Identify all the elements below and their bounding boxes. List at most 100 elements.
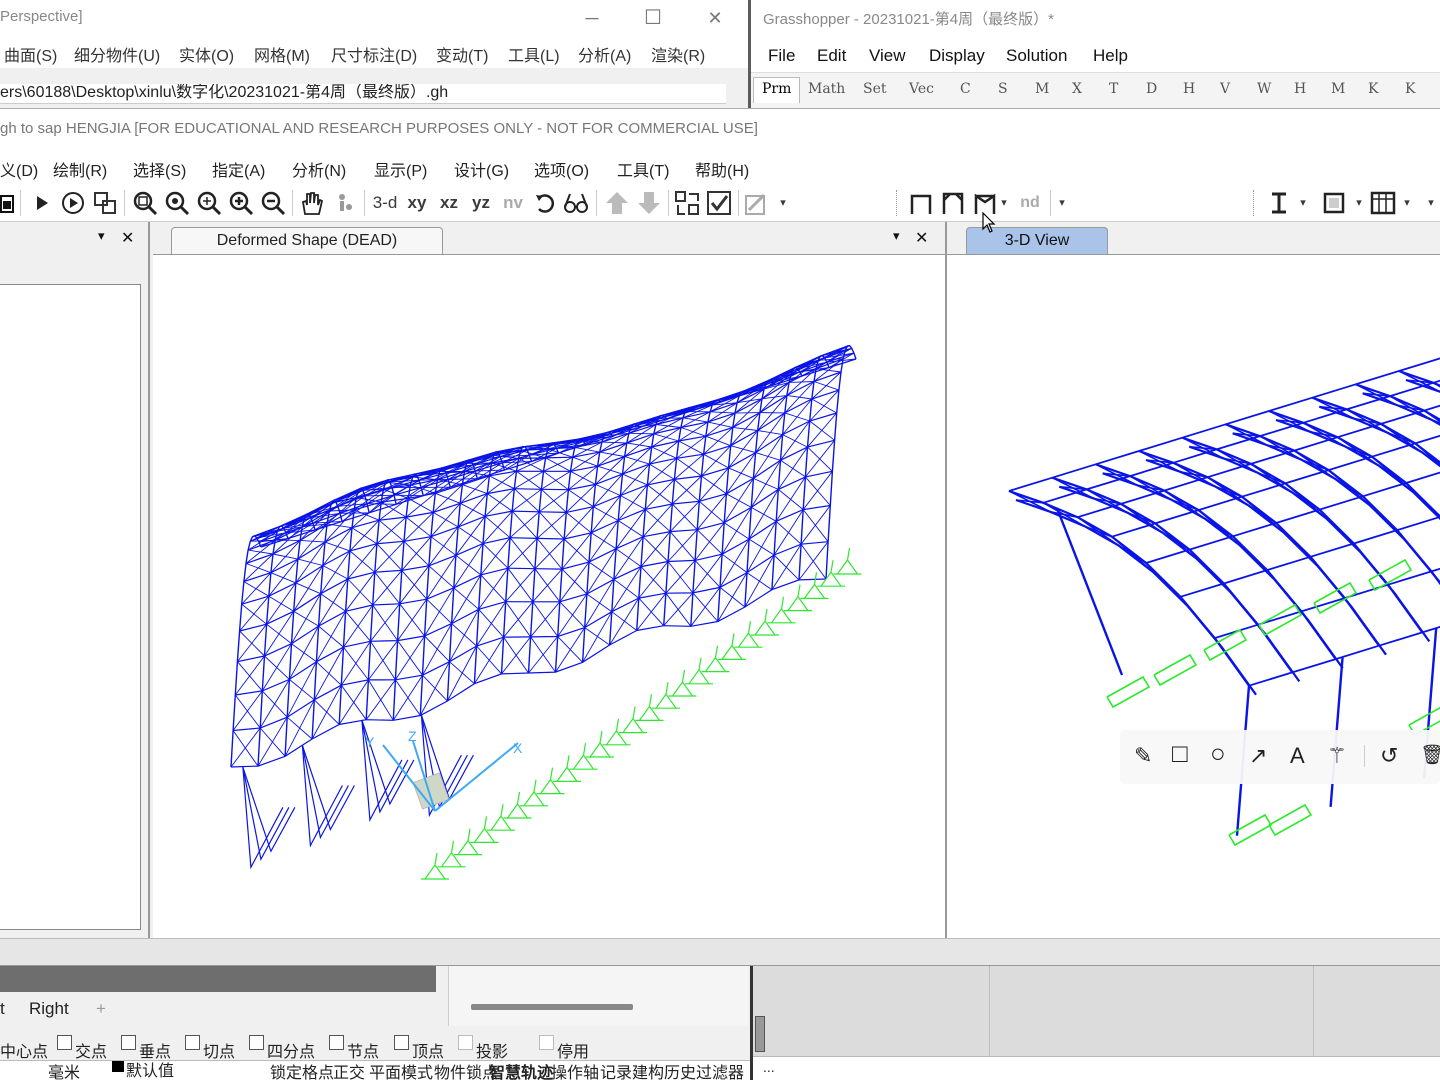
osnap-project[interactable]: 投影 <box>458 1035 508 1061</box>
assign-icon[interactable] <box>744 190 772 216</box>
check-icon[interactable] <box>706 190 732 216</box>
sap-menu-select[interactable]: 选择(S) <box>133 157 186 181</box>
rhino-menu-solid[interactable]: 实体(O) <box>179 42 234 66</box>
rhino-menu-render[interactable]: 渲染(R) <box>651 42 705 66</box>
deformed-shape-viewport[interactable]: YZX <box>153 254 945 938</box>
gh-tab-k2[interactable]: K <box>1405 81 1415 97</box>
gh-tab-h[interactable]: H <box>1183 81 1195 97</box>
gh-tab-d[interactable]: D <box>1146 81 1157 97</box>
dropdown-icon[interactable]: ▾ <box>776 190 790 216</box>
maximize-icon[interactable]: ☐ <box>641 6 665 30</box>
gh-tab-m2[interactable]: M <box>1331 81 1345 97</box>
sap-menu-display[interactable]: 显示(P) <box>374 157 427 181</box>
node-button[interactable]: nd <box>1016 190 1044 216</box>
status-ortho[interactable]: 正交 <box>333 1061 365 1080</box>
gh-tab-math[interactable]: Math <box>808 81 845 97</box>
osnap-tangent[interactable]: 切点 <box>185 1035 235 1061</box>
rhino-menu-analyze[interactable]: 分析(A) <box>578 42 631 66</box>
pan-hand-icon[interactable] <box>298 190 324 216</box>
select-all-icon[interactable] <box>674 190 700 216</box>
close-icon[interactable]: ✕ <box>703 6 727 30</box>
status-grid-snap[interactable]: 锁定格点 <box>270 1061 334 1080</box>
view-yz-button[interactable]: yz <box>468 190 494 216</box>
zoom-in-icon[interactable] <box>228 190 254 216</box>
area-section-icon[interactable] <box>1322 190 1346 216</box>
grasshopper-canvas[interactable]: ... <box>750 966 1440 1080</box>
sap-menu-analyze[interactable]: 分析(N) <box>292 157 346 181</box>
status-planar[interactable]: 平面模式 <box>369 1061 433 1080</box>
gh-tab-prm[interactable]: Prm <box>753 77 801 103</box>
gh-tab-set[interactable]: Set <box>863 81 887 97</box>
gh-tab-v[interactable]: V <box>1220 81 1230 97</box>
gh-tab-h2[interactable]: H <box>1294 81 1306 97</box>
viewport-tab-top[interactable]: t <box>0 999 5 1019</box>
gh-menu-view[interactable]: View <box>869 46 906 66</box>
horizontal-scrollbar[interactable] <box>471 1004 633 1010</box>
sap-menu-help[interactable]: 帮助(H) <box>695 157 749 181</box>
undo-icon[interactable]: ↺ <box>1380 744 1398 768</box>
rotate-icon[interactable] <box>532 190 558 216</box>
status-layer[interactable]: 默认值 <box>112 1061 174 1080</box>
osnap-disable[interactable]: 停用 <box>539 1035 589 1061</box>
rhino-menu-surface[interactable]: 曲面(S) <box>4 42 57 66</box>
grid-table-icon[interactable] <box>1370 190 1396 216</box>
dropdown-icon[interactable]: ▾ <box>1352 190 1366 216</box>
lock-model-icon[interactable] <box>92 190 118 216</box>
tab-deformed-shape[interactable]: Deformed Shape (DEAD) <box>171 227 443 255</box>
osnap-perpendicular[interactable]: 垂点 <box>121 1035 171 1061</box>
move-up-icon[interactable] <box>604 190 630 216</box>
walk-icon[interactable] <box>332 190 358 216</box>
circle-icon[interactable]: ○ <box>1210 740 1226 766</box>
gh-tab-c[interactable]: C <box>960 81 971 97</box>
panel-dropdown-icon[interactable]: ▾ <box>893 228 900 244</box>
3d-viewport[interactable] <box>947 254 1440 938</box>
pencil-icon[interactable]: ✎ <box>1134 744 1152 768</box>
vertical-scrollbar[interactable] <box>755 1016 765 1052</box>
arrow-icon[interactable]: ↗ <box>1249 744 1267 768</box>
sap-menu-tools[interactable]: 工具(T) <box>617 157 669 181</box>
viewport-tab-right[interactable]: Right <box>29 999 69 1019</box>
magic-wand-icon[interactable]: ⚚ <box>1327 744 1347 768</box>
sap-menu-options[interactable]: 选项(O) <box>534 157 589 181</box>
dropdown-icon[interactable]: ▾ <box>1055 190 1069 216</box>
move-down-icon[interactable] <box>636 190 662 216</box>
rhino-menu-mesh[interactable]: 网格(M) <box>254 42 310 66</box>
status-filter[interactable]: 过滤器 <box>696 1061 744 1080</box>
gh-tab-s[interactable]: S <box>998 81 1008 97</box>
sap-menu-design[interactable]: 设计(G) <box>454 157 509 181</box>
view-3d-button[interactable]: 3-d <box>370 190 400 216</box>
osnap-quadrant[interactable]: 四分点 <box>249 1035 315 1061</box>
gh-menu-file[interactable]: File <box>768 46 795 66</box>
osnap-knot[interactable]: 节点 <box>329 1035 379 1061</box>
sap-menu-draw[interactable]: 绘制(R) <box>53 157 107 181</box>
panel-dropdown-icon[interactable]: ▾ <box>98 228 105 244</box>
run-icon[interactable] <box>32 190 52 216</box>
gh-tab-vec[interactable]: Vec <box>909 81 934 97</box>
gh-tab-m[interactable]: M <box>1035 81 1049 97</box>
draw-frame-icon[interactable] <box>908 190 934 216</box>
osnap-intersection[interactable]: 交点 <box>57 1035 107 1061</box>
text-icon[interactable]: A <box>1290 744 1305 768</box>
panel-close-icon[interactable]: ✕ <box>915 228 928 248</box>
draw-brace-icon[interactable] <box>940 190 966 216</box>
rhino-menu-transform[interactable]: 变动(T) <box>436 42 488 66</box>
panel-close-icon[interactable]: ✕ <box>121 228 134 248</box>
gh-menu-edit[interactable]: Edit <box>817 46 846 66</box>
view-xy-button[interactable]: xy <box>404 190 430 216</box>
rhino-menu-dimension[interactable]: 尺寸标注(D) <box>331 42 417 66</box>
sap-menu-define[interactable]: 义(D) <box>0 157 38 181</box>
status-gumball[interactable]: 操作轴 <box>551 1061 599 1080</box>
gh-tab-t[interactable]: T <box>1109 81 1118 97</box>
rectangle-icon[interactable]: □ <box>1172 740 1188 766</box>
sap-menu-assign[interactable]: 指定(A) <box>212 157 265 181</box>
status-units[interactable]: 毫米 <box>48 1061 80 1080</box>
status-history[interactable]: 记录建构历史 <box>600 1061 696 1080</box>
zoom-out-icon[interactable] <box>260 190 286 216</box>
zoom-previous-icon[interactable] <box>164 190 190 216</box>
view-xz-button[interactable]: xz <box>436 190 462 216</box>
gh-menu-help[interactable]: Help <box>1093 46 1128 66</box>
add-viewport-icon[interactable]: + <box>96 999 106 1019</box>
trash-icon[interactable]: 🗑 <box>1420 744 1440 768</box>
perspective-glasses-icon[interactable] <box>562 190 590 216</box>
osnap-vertex[interactable]: 顶点 <box>394 1035 444 1061</box>
